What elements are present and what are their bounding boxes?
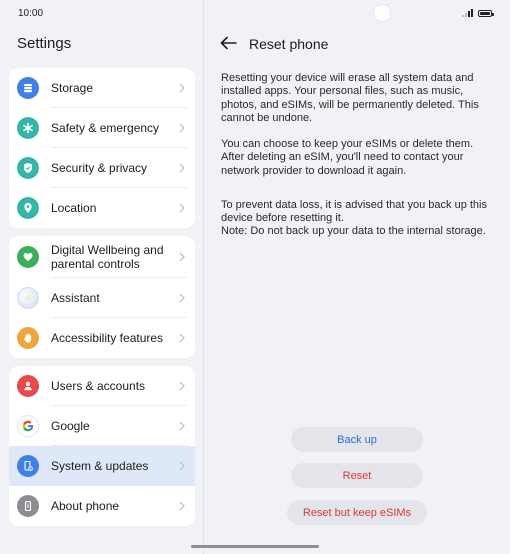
backup-note: Note: Do not back up your data to the in… [221,225,486,237]
back-arrow-icon[interactable] [220,36,238,50]
settings-item-safety-emergency[interactable]: Safety & emergency [9,108,195,148]
settings-item-about-phone[interactable]: About phone [9,486,195,526]
reset-keep-esims-button[interactable]: Reset but keep eSIMs [287,500,427,525]
settings-item-label: Accessibility features [51,331,164,345]
settings-item-digital-wellbeing[interactable]: Digital Wellbeing and parental controls [9,236,195,278]
storage-icon [17,77,39,99]
settings-group-2: Digital Wellbeing and parental controls … [9,236,195,358]
system-icon [17,455,39,477]
settings-item-label: System & updates [51,459,149,473]
status-bar: 10:00 [0,0,510,28]
chevron-right-icon [179,163,185,173]
settings-item-security-privacy[interactable]: Security & privacy [9,148,195,188]
settings-item-users-accounts[interactable]: Users & accounts [9,366,195,406]
settings-item-system-updates[interactable]: System & updates [9,446,195,486]
front-camera [373,4,391,22]
status-time: 10:00 [18,8,44,19]
google-icon [17,415,39,437]
chevron-right-icon [179,333,185,343]
settings-item-google[interactable]: Google [9,406,195,446]
settings-item-label: Safety & emergency [51,121,160,135]
reset-button[interactable]: Reset [291,463,423,488]
heart-icon [17,246,39,268]
chevron-right-icon [179,252,185,262]
settings-item-label: Security & privacy [51,161,148,175]
backup-advice: To prevent data loss, it is advised that… [221,199,487,225]
chevron-right-icon [179,293,185,303]
settings-item-assistant[interactable]: Assistant [9,278,195,318]
settings-item-label: Digital Wellbeing and parental controls [51,243,164,271]
settings-item-label: About phone [51,499,120,513]
settings-item-location[interactable]: Location [9,188,195,228]
settings-item-accessibility[interactable]: Accessibility features [9,318,195,358]
settings-item-label: Storage [51,81,94,95]
reset-phone-pane: Reset phone Resetting your device will e… [204,0,510,554]
system-icons [462,9,494,17]
phone-icon [17,495,39,517]
person-icon [17,375,39,397]
esim-description: You can choose to keep your eSIMs or del… [221,138,474,177]
settings-group-3: Users & accounts Google System & updates [9,366,195,526]
home-indicator[interactable] [191,545,319,548]
settings-group-1: Storage Safety & emergency Security & pr… [9,68,195,228]
settings-title: Settings [17,35,72,52]
chevron-right-icon [179,203,185,213]
chevron-right-icon [179,421,185,431]
settings-item-label: Google [51,419,90,433]
settings-item-label: Location [51,201,97,215]
settings-pane: Settings Storage Safety & emergency Secu… [0,0,203,554]
chevron-right-icon [179,123,185,133]
back-up-button[interactable]: Back up [291,427,423,452]
asterisk-icon [17,117,39,139]
location-pin-icon [17,197,39,219]
chevron-right-icon [179,501,185,511]
page-title: Reset phone [249,36,329,52]
settings-item-label: Assistant [51,291,100,305]
chevron-right-icon [179,83,185,93]
settings-item-storage[interactable]: Storage [9,68,195,108]
assistant-icon [17,287,39,309]
shield-icon [17,157,39,179]
chevron-right-icon [179,381,185,391]
settings-item-label: Users & accounts [51,379,146,393]
hand-icon [17,327,39,349]
chevron-right-icon [179,461,185,471]
signal-icon [462,9,473,17]
reset-description: Resetting your device will erase all sys… [221,72,479,124]
battery-icon [478,9,494,17]
